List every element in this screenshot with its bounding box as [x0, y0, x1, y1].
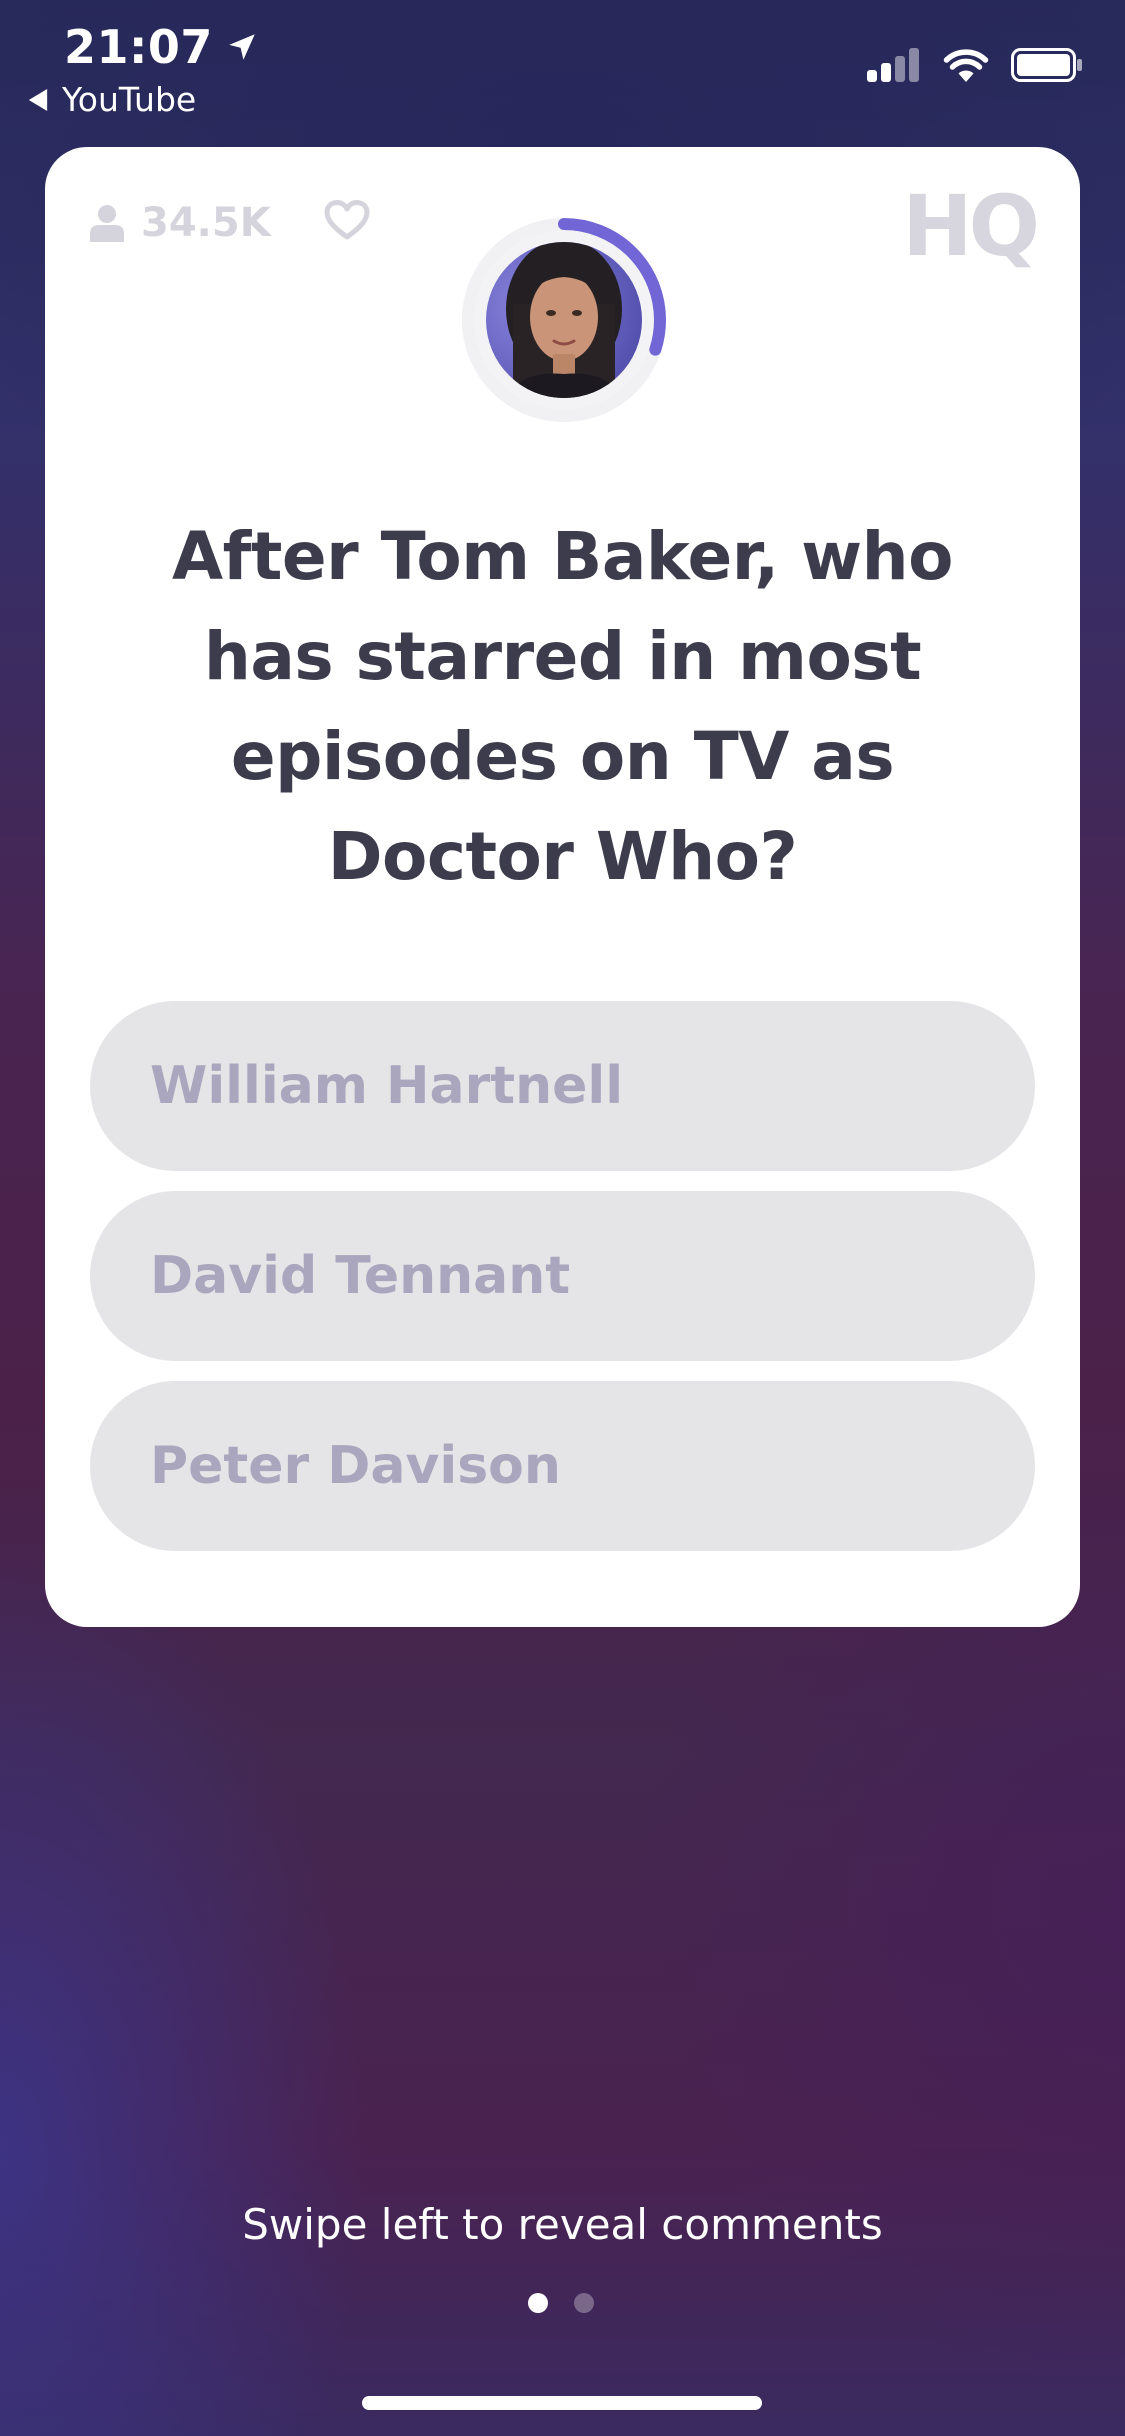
- page-indicator[interactable]: [528, 2293, 594, 2313]
- answer-label: William Hartnell: [150, 1056, 624, 1116]
- heart-button[interactable]: [323, 199, 371, 245]
- viewer-count-text: 34.5K: [141, 200, 271, 246]
- question-card: 34.5K HQ After Tom Baker, who has starre…: [45, 147, 1080, 1627]
- page-dot: [528, 2293, 548, 2313]
- swipe-hint: Swipe left to reveal comments: [242, 2200, 883, 2249]
- signal-icon: [867, 48, 919, 82]
- heart-icon: [324, 200, 370, 240]
- page-dot: [574, 2293, 594, 2313]
- back-triangle-icon: [28, 88, 48, 111]
- answer-label: David Tennant: [150, 1246, 571, 1306]
- hq-logo: HQ: [902, 177, 1040, 275]
- answer-label: Peter Davison: [150, 1436, 561, 1496]
- location-arrow-icon: [229, 34, 255, 60]
- user-icon: [90, 205, 124, 242]
- viewer-count: 34.5K: [89, 200, 271, 246]
- back-label: YouTube: [62, 80, 197, 119]
- home-indicator[interactable]: [362, 2396, 762, 2410]
- status-indicators: [867, 48, 1083, 82]
- time-text: 21:07: [64, 20, 213, 74]
- host-timer: [453, 209, 675, 431]
- wifi-icon: [943, 49, 989, 82]
- answer-option-1[interactable]: William Hartnell: [90, 1001, 1035, 1171]
- question-text: After Tom Baker, who has starred in most…: [172, 518, 953, 895]
- battery-icon: [1011, 48, 1082, 82]
- answer-option-3[interactable]: Peter Davison: [90, 1381, 1035, 1551]
- back-to-youtube-link[interactable]: YouTube: [28, 80, 196, 119]
- answer-option-2[interactable]: David Tennant: [90, 1191, 1035, 1361]
- status-time: 21:07: [64, 20, 259, 74]
